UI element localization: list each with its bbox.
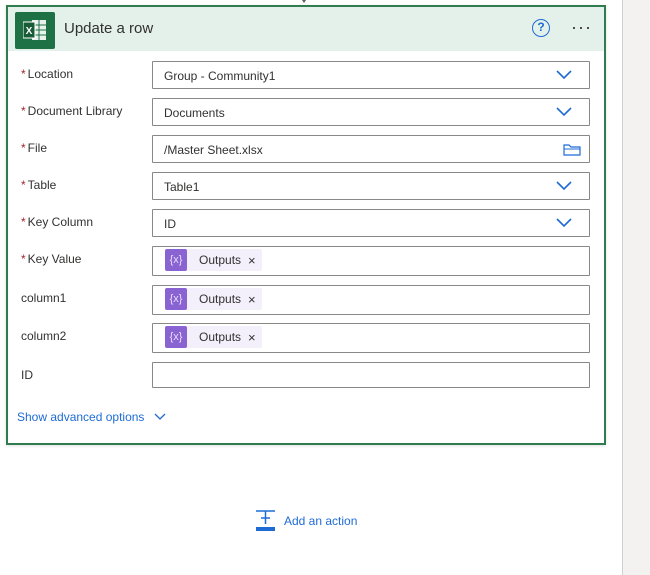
card-header[interactable]: X Update a row ? ···	[8, 7, 604, 51]
add-action-label: Add an action	[284, 514, 358, 528]
chevron-down-icon	[556, 107, 572, 117]
document-library-label-text: Document Library	[27, 104, 123, 118]
token-label: Outputs	[199, 253, 242, 267]
chevron-down-icon	[154, 413, 166, 420]
location-label: * Location	[21, 67, 73, 81]
expression-icon: {x}	[165, 326, 187, 348]
help-icon[interactable]: ?	[532, 19, 550, 37]
file-value: /Master Sheet.xlsx	[164, 143, 263, 157]
expression-icon: {x}	[165, 288, 187, 310]
token-remove-icon[interactable]: ×	[248, 330, 256, 345]
token-remove-icon[interactable]: ×	[248, 253, 256, 268]
document-library-dropdown[interactable]: Documents	[152, 98, 590, 126]
svg-text:X: X	[26, 26, 33, 37]
card-title[interactable]: Update a row	[64, 20, 153, 37]
expression-icon: {x}	[165, 249, 187, 271]
required-marker: *	[21, 178, 26, 192]
file-picker-input[interactable]: /Master Sheet.xlsx	[152, 135, 590, 163]
key-value-input[interactable]: {x} Outputs ×	[152, 246, 590, 276]
table-label: * Table	[21, 178, 56, 192]
excel-icon: X	[15, 12, 55, 49]
canvas-side-strip	[623, 0, 650, 575]
id-input[interactable]	[152, 362, 590, 388]
advanced-options-label: Show advanced options	[17, 410, 145, 424]
key-value-label-text: Key Value	[27, 252, 82, 266]
chevron-down-icon	[556, 181, 572, 191]
required-marker: *	[21, 141, 26, 155]
table-value: Table1	[164, 180, 200, 194]
key-column-label-text: Key Column	[27, 215, 94, 229]
add-action-button[interactable]: Add an action	[255, 510, 357, 532]
show-advanced-options-link[interactable]: Show advanced options	[17, 410, 166, 424]
file-label: * File	[21, 141, 47, 155]
chevron-down-icon	[556, 218, 572, 228]
document-library-label: * Document Library	[21, 104, 122, 118]
required-marker: *	[21, 104, 26, 118]
table-label-text: Table	[27, 178, 57, 192]
required-marker: *	[21, 67, 26, 81]
dynamic-content-token[interactable]: {x} Outputs ×	[165, 249, 262, 271]
file-label-text: File	[27, 141, 48, 155]
action-card-update-row: X Update a row ? ··· * Location Group - C…	[6, 5, 606, 445]
token-label: Outputs	[199, 330, 242, 344]
dynamic-content-token[interactable]: {x} Outputs ×	[165, 288, 262, 310]
connector-arrow-icon	[300, 0, 308, 3]
column1-label: column1	[21, 291, 66, 305]
table-dropdown[interactable]: Table1	[152, 172, 590, 200]
chevron-down-icon	[556, 70, 572, 80]
document-library-value: Documents	[164, 106, 225, 120]
location-value: Group - Community1	[164, 69, 276, 83]
folder-icon[interactable]	[563, 143, 581, 156]
key-column-value: ID	[164, 217, 176, 231]
column1-label-text: column1	[21, 291, 67, 305]
id-label-text: ID	[21, 368, 33, 382]
column2-input[interactable]: {x} Outputs ×	[152, 323, 590, 353]
location-label-text: Location	[27, 67, 74, 81]
add-step-icon	[256, 510, 275, 531]
key-column-label: * Key Column	[21, 215, 93, 229]
column2-label-text: column2	[21, 329, 67, 343]
token-remove-icon[interactable]: ×	[248, 292, 256, 307]
dynamic-content-token[interactable]: {x} Outputs ×	[165, 326, 262, 348]
required-marker: *	[21, 215, 26, 229]
location-dropdown[interactable]: Group - Community1	[152, 61, 590, 89]
required-marker: *	[21, 252, 26, 266]
column2-label: column2	[21, 329, 66, 343]
key-value-label: * Key Value	[21, 252, 81, 266]
key-column-dropdown[interactable]: ID	[152, 209, 590, 237]
token-label: Outputs	[199, 292, 242, 306]
more-options-icon[interactable]: ···	[571, 17, 597, 37]
column1-input[interactable]: {x} Outputs ×	[152, 285, 590, 315]
id-label: ID	[21, 368, 33, 382]
